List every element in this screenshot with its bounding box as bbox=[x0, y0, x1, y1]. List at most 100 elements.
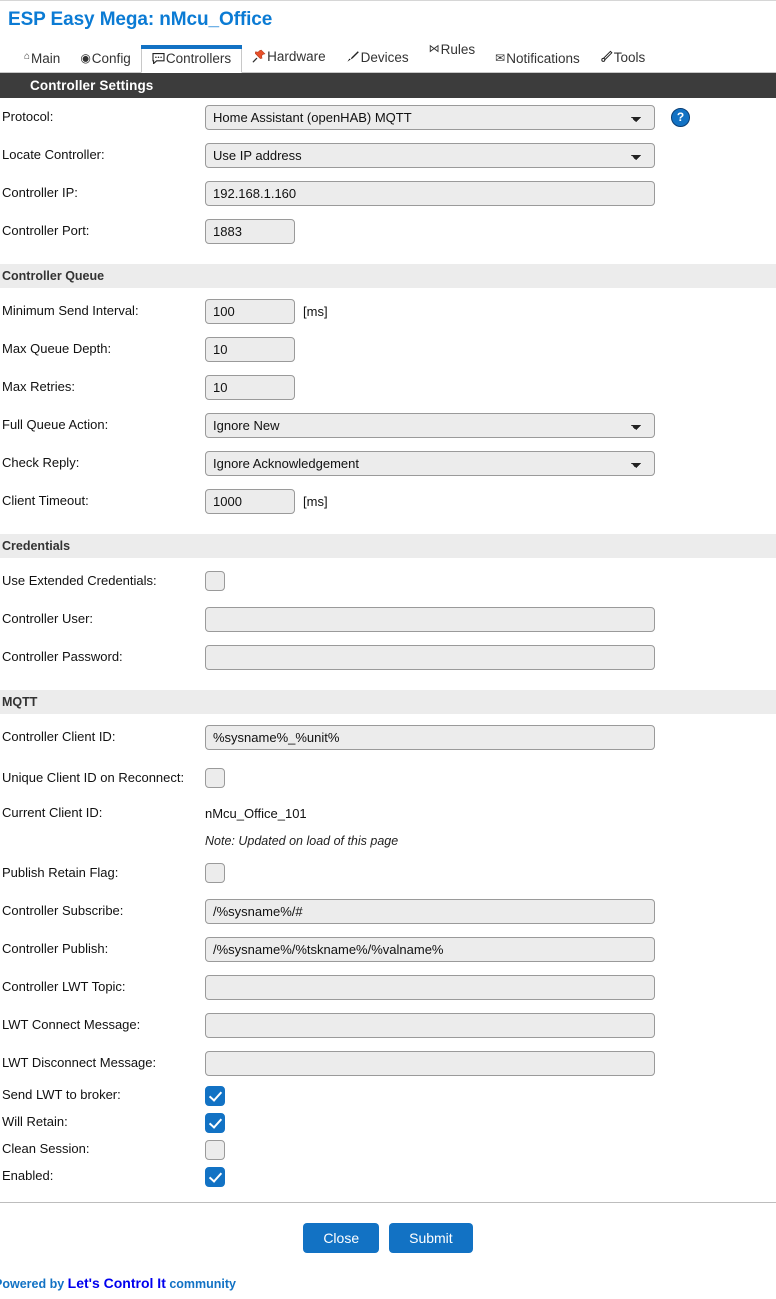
row-max-queue-depth: Max Queue Depth: bbox=[0, 330, 776, 368]
row-will-retain: Will Retain: bbox=[0, 1109, 776, 1136]
row-enabled: Enabled: bbox=[0, 1163, 776, 1190]
controller-ip-input[interactable] bbox=[205, 180, 655, 206]
lwt-connect-message-label: LWT Connect Message: bbox=[2, 1016, 141, 1032]
controller-port-label: Controller Port: bbox=[2, 222, 90, 238]
tab-devices[interactable]: Devices bbox=[336, 46, 419, 72]
lwt-topic-input[interactable] bbox=[205, 974, 655, 1000]
max-retries-label: Max Retries: bbox=[2, 378, 75, 394]
lwt-connect-message-input[interactable] bbox=[205, 1012, 655, 1038]
row-full-queue-action: Full Queue Action: Ignore New bbox=[0, 406, 776, 444]
row-lwt-topic: Controller LWT Topic: bbox=[0, 968, 776, 1006]
tab-hardware-label: Hardware bbox=[267, 49, 326, 65]
row-controller-publish: Controller Publish: bbox=[0, 930, 776, 968]
row-protocol: Protocol: Home Assistant (openHAB) MQTT … bbox=[0, 98, 776, 136]
clean-session-checkbox[interactable] bbox=[205, 1139, 225, 1160]
tab-notifications[interactable]: ✉ Notifications bbox=[485, 48, 590, 73]
use-extended-credentials-label: Use Extended Credentials: bbox=[2, 572, 157, 588]
will-retain-checkbox[interactable] bbox=[205, 1112, 225, 1133]
tab-rules[interactable]: ⋈ Rules bbox=[419, 41, 486, 64]
gear-icon: ◉ bbox=[80, 51, 91, 66]
close-button[interactable]: Close bbox=[303, 1223, 380, 1253]
controller-user-label: Controller User: bbox=[2, 610, 94, 626]
controller-password-input[interactable] bbox=[205, 644, 655, 670]
controller-publish-label: Controller Publish: bbox=[2, 940, 109, 956]
tab-notifications-label: Notifications bbox=[506, 50, 580, 66]
max-queue-depth-input[interactable] bbox=[205, 336, 295, 362]
current-client-id-note: Note: Updated on load of this page bbox=[205, 833, 399, 848]
form-actions: Close Submit bbox=[0, 1203, 776, 1253]
tab-config[interactable]: ◉ Config bbox=[70, 48, 141, 73]
controller-settings-form: Protocol: Home Assistant (openHAB) MQTT … bbox=[0, 98, 776, 1190]
controller-client-id-input[interactable] bbox=[205, 724, 655, 750]
row-controller-client-id: Controller Client ID: bbox=[0, 718, 776, 756]
tab-hardware[interactable]: Hardware bbox=[242, 45, 336, 72]
row-current-client-id: Current Client ID: nMcu_Office_101 bbox=[0, 800, 776, 827]
full-queue-action-label: Full Queue Action: bbox=[2, 416, 109, 432]
min-send-interval-unit: [ms] bbox=[303, 303, 328, 319]
row-max-retries: Max Retries: bbox=[0, 368, 776, 406]
tab-controllers-label: Controllers bbox=[165, 50, 232, 66]
credentials-header: Credentials bbox=[0, 534, 776, 558]
row-lwt-connect-message: LWT Connect Message: bbox=[0, 1006, 776, 1044]
tab-rules-label: Rules bbox=[440, 42, 476, 57]
main-navigation: ⌂ Main ◉ Config Controllers Hardware Dev… bbox=[0, 41, 776, 73]
controller-port-input[interactable] bbox=[205, 218, 295, 244]
enabled-checkbox[interactable] bbox=[205, 1166, 225, 1187]
min-send-interval-input[interactable] bbox=[205, 298, 295, 324]
row-use-extended-credentials: Use Extended Credentials: bbox=[0, 562, 776, 600]
protocol-label: Protocol: bbox=[2, 108, 54, 124]
powered-brand-link[interactable]: Let's Control It bbox=[68, 1275, 166, 1291]
controller-subscribe-label: Controller Subscribe: bbox=[2, 902, 124, 918]
tab-config-label: Config bbox=[91, 50, 131, 66]
enabled-label: Enabled: bbox=[2, 1168, 54, 1184]
check-reply-select[interactable]: Ignore Acknowledgement bbox=[205, 450, 655, 476]
row-controller-subscribe: Controller Subscribe: bbox=[0, 892, 776, 930]
controller-publish-input[interactable] bbox=[205, 936, 655, 962]
row-publish-retain: Publish Retain Flag: bbox=[0, 854, 776, 892]
unique-client-id-label: Unique Client ID on Reconnect: bbox=[2, 769, 185, 785]
controller-ip-label: Controller IP: bbox=[2, 184, 78, 200]
row-current-client-id-note: Note: Updated on load of this page bbox=[0, 827, 776, 854]
locate-controller-select[interactable]: Use IP address bbox=[205, 142, 655, 168]
controller-client-id-label: Controller Client ID: bbox=[2, 728, 116, 744]
full-queue-action-select[interactable]: Ignore New bbox=[205, 412, 655, 438]
powered-prefix: Powered by bbox=[0, 1277, 68, 1291]
submit-button[interactable]: Submit bbox=[389, 1223, 473, 1253]
tab-tools-label: Tools bbox=[613, 49, 646, 65]
protocol-select[interactable]: Home Assistant (openHAB) MQTT bbox=[205, 104, 655, 130]
lwt-disconnect-message-input[interactable] bbox=[205, 1050, 655, 1076]
max-queue-depth-label: Max Queue Depth: bbox=[2, 340, 112, 356]
row-controller-ip: Controller IP: bbox=[0, 174, 776, 212]
use-extended-credentials-checkbox[interactable] bbox=[205, 571, 225, 591]
max-retries-input[interactable] bbox=[205, 374, 295, 400]
row-unique-client-id: Unique Client ID on Reconnect: bbox=[0, 756, 776, 800]
current-client-id-label: Current Client ID: bbox=[2, 805, 103, 821]
will-retain-label: Will Retain: bbox=[2, 1114, 68, 1130]
client-timeout-input[interactable] bbox=[205, 488, 295, 514]
tab-controllers[interactable]: Controllers bbox=[140, 44, 243, 73]
chat-bubble-icon bbox=[152, 52, 165, 66]
row-client-timeout: Client Timeout: [ms] bbox=[0, 482, 776, 520]
row-controller-password: Controller Password: bbox=[0, 638, 776, 676]
help-icon[interactable]: ? bbox=[671, 107, 690, 127]
wrench-icon bbox=[600, 50, 613, 65]
row-clean-session: Clean Session: bbox=[0, 1136, 776, 1163]
row-check-reply: Check Reply: Ignore Acknowledgement bbox=[0, 444, 776, 482]
publish-retain-label: Publish Retain Flag: bbox=[2, 864, 119, 880]
current-client-id-value: nMcu_Office_101 bbox=[205, 806, 307, 821]
mqtt-header: MQTT bbox=[0, 690, 776, 714]
min-send-interval-label: Minimum Send Interval: bbox=[2, 302, 139, 318]
unique-client-id-checkbox[interactable] bbox=[205, 768, 225, 788]
tab-tools[interactable]: Tools bbox=[590, 46, 656, 72]
controller-subscribe-input[interactable] bbox=[205, 898, 655, 924]
clean-session-label: Clean Session: bbox=[2, 1141, 90, 1157]
row-min-send-interval: Minimum Send Interval: [ms] bbox=[0, 292, 776, 330]
controller-user-input[interactable] bbox=[205, 606, 655, 632]
publish-retain-checkbox[interactable] bbox=[205, 863, 225, 883]
send-lwt-checkbox[interactable] bbox=[205, 1085, 225, 1106]
lwt-disconnect-message-label: LWT Disconnect Message: bbox=[2, 1054, 157, 1070]
tab-main-label: Main bbox=[31, 50, 61, 66]
client-timeout-unit: [ms] bbox=[303, 493, 328, 509]
tab-main[interactable]: ⌂ Main bbox=[14, 48, 70, 73]
envelope-icon: ✉ bbox=[495, 51, 506, 66]
